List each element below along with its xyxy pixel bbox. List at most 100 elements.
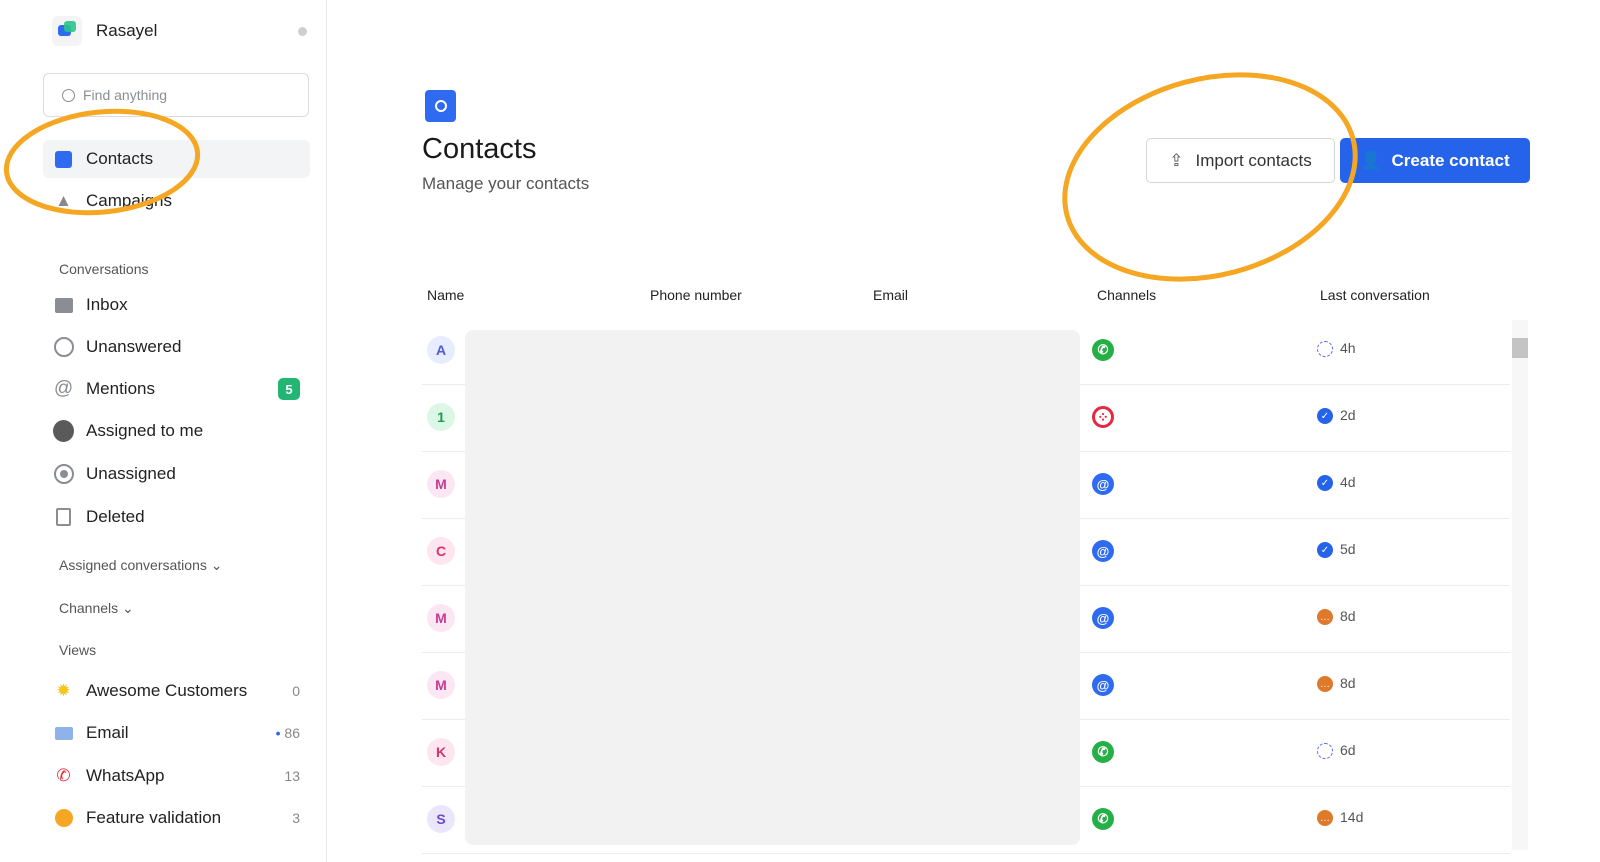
assigned-conversations-toggle[interactable]: Assigned conversations ⌄ xyxy=(59,557,223,574)
resolved-check-icon: ✓ xyxy=(1317,408,1333,424)
last-conversation-time: 6d xyxy=(1340,742,1356,758)
avatar: M xyxy=(427,470,455,498)
add-user-icon: 👤 xyxy=(1360,150,1382,170)
contacts-icon xyxy=(53,149,74,170)
user-circle-icon xyxy=(53,464,74,485)
count-value: 86 xyxy=(284,725,300,741)
column-header-last-conversation[interactable]: Last conversation xyxy=(1320,287,1430,303)
view-count: 3 xyxy=(292,810,300,826)
search-placeholder: Find anything xyxy=(83,87,168,103)
megaphone-icon: ▲ xyxy=(55,191,72,210)
pending-status-icon: … xyxy=(1317,676,1333,692)
label: Create contact xyxy=(1391,150,1510,170)
avatar xyxy=(53,420,74,442)
label: Channels xyxy=(59,600,119,616)
view-feature-validation[interactable]: Feature validation 3 xyxy=(43,799,310,837)
whatsapp-channel-icon: ✆ xyxy=(1092,741,1114,763)
workspace-switcher[interactable]: Rasayel xyxy=(52,16,157,46)
email-channel-icon: @ xyxy=(1092,607,1114,629)
label: Unanswered xyxy=(86,337,182,356)
last-conversation-time: 8d xyxy=(1340,675,1356,691)
view-whatsapp[interactable]: ✆ WhatsApp 13 xyxy=(43,757,310,795)
mentions-badge: 5 xyxy=(278,378,300,400)
twilio-channel-icon: ⁘ xyxy=(1092,406,1114,428)
sidebar-item-deleted[interactable]: Deleted xyxy=(43,498,310,536)
avatar: K xyxy=(427,738,455,766)
label: WhatsApp xyxy=(86,766,165,785)
sun-icon: ✹ xyxy=(56,681,71,700)
column-header-name[interactable]: Name xyxy=(427,287,464,303)
create-contact-button[interactable]: 👤 Create contact xyxy=(1340,138,1530,183)
views-heading: Views xyxy=(59,642,97,658)
label: Campaigns xyxy=(86,191,172,210)
resolved-check-icon: ✓ xyxy=(1317,542,1333,558)
open-status-icon xyxy=(1317,743,1333,759)
last-conversation-time: 14d xyxy=(1340,809,1364,825)
workspace-name: Rasayel xyxy=(96,21,158,40)
contacts-page-icon xyxy=(425,90,456,122)
circle-icon xyxy=(53,337,74,358)
status-dot[interactable] xyxy=(298,27,307,36)
search-input[interactable]: Find anything xyxy=(43,73,309,117)
view-count: 13 xyxy=(284,768,300,784)
email-channel-icon: @ xyxy=(1092,473,1114,495)
upload-icon: ⇪ xyxy=(1169,150,1184,170)
pending-status-icon: … xyxy=(1317,609,1333,625)
phone-icon: ✆ xyxy=(56,766,71,785)
label: Awesome Customers xyxy=(86,681,248,700)
column-header-channels[interactable]: Channels xyxy=(1097,287,1156,303)
conversations-heading: Conversations xyxy=(59,261,149,277)
sidebar-item-unanswered[interactable]: Unanswered xyxy=(43,328,310,366)
scrollbar[interactable] xyxy=(1512,320,1528,850)
label: Email xyxy=(86,723,129,742)
rasayel-logo xyxy=(52,16,82,46)
view-count: 0 xyxy=(292,683,300,699)
last-conversation-time: 2d xyxy=(1340,407,1356,423)
open-status-icon xyxy=(1317,341,1333,357)
emoji-icon xyxy=(53,808,74,829)
search-icon xyxy=(62,88,75,102)
inbox-icon xyxy=(53,295,74,316)
email-channel-icon: @ xyxy=(1092,540,1114,562)
label: Import contacts xyxy=(1195,150,1312,170)
redacted-contact-details xyxy=(465,330,1080,845)
sidebar-item-assigned-to-me[interactable]: Assigned to me xyxy=(43,412,310,450)
sidebar-item-mentions[interactable]: @ Mentions 5 xyxy=(43,370,310,408)
page-title: Contacts xyxy=(422,133,537,165)
label: Contacts xyxy=(86,149,154,168)
view-count: • 86 xyxy=(275,725,300,741)
avatar: S xyxy=(427,805,455,833)
import-contacts-button[interactable]: ⇪ Import contacts xyxy=(1146,138,1335,183)
label: Mentions xyxy=(86,379,155,398)
sidebar-item-inbox[interactable]: Inbox xyxy=(43,286,310,324)
last-conversation-time: 5d xyxy=(1340,541,1356,557)
avatar: M xyxy=(427,604,455,632)
avatar: M xyxy=(427,671,455,699)
label: Unassigned xyxy=(86,464,176,483)
last-conversation-time: 4d xyxy=(1340,474,1356,490)
email-icon xyxy=(53,723,74,744)
whatsapp-channel-icon: ✆ xyxy=(1092,808,1114,830)
column-header-phone[interactable]: Phone number xyxy=(650,287,742,303)
view-email[interactable]: Email • 86 xyxy=(43,714,310,752)
sidebar-item-campaigns[interactable]: ▲ Campaigns xyxy=(43,182,310,220)
label: Feature validation xyxy=(86,808,222,827)
view-awesome-customers[interactable]: ✹ Awesome Customers 0 xyxy=(43,672,310,710)
avatar: C xyxy=(427,537,455,565)
resolved-check-icon: ✓ xyxy=(1317,475,1333,491)
label: Assigned to me xyxy=(86,421,204,440)
trash-icon xyxy=(53,507,74,528)
sidebar-item-unassigned[interactable]: Unassigned xyxy=(43,455,310,493)
scrollbar-thumb[interactable] xyxy=(1512,338,1528,358)
label: Assigned conversations xyxy=(59,557,207,573)
sidebar-item-contacts[interactable]: Contacts xyxy=(43,140,310,178)
avatar: A xyxy=(427,336,455,364)
avatar: 1 xyxy=(427,403,455,431)
chevron-down-icon: ⌄ xyxy=(122,600,134,616)
column-header-email[interactable]: Email xyxy=(873,287,908,303)
page-subtitle: Manage your contacts xyxy=(422,174,590,193)
last-conversation-time: 4h xyxy=(1340,340,1356,356)
label: Deleted xyxy=(86,507,145,526)
last-conversation-time: 8d xyxy=(1340,608,1356,624)
channels-toggle[interactable]: Channels ⌄ xyxy=(59,600,134,617)
